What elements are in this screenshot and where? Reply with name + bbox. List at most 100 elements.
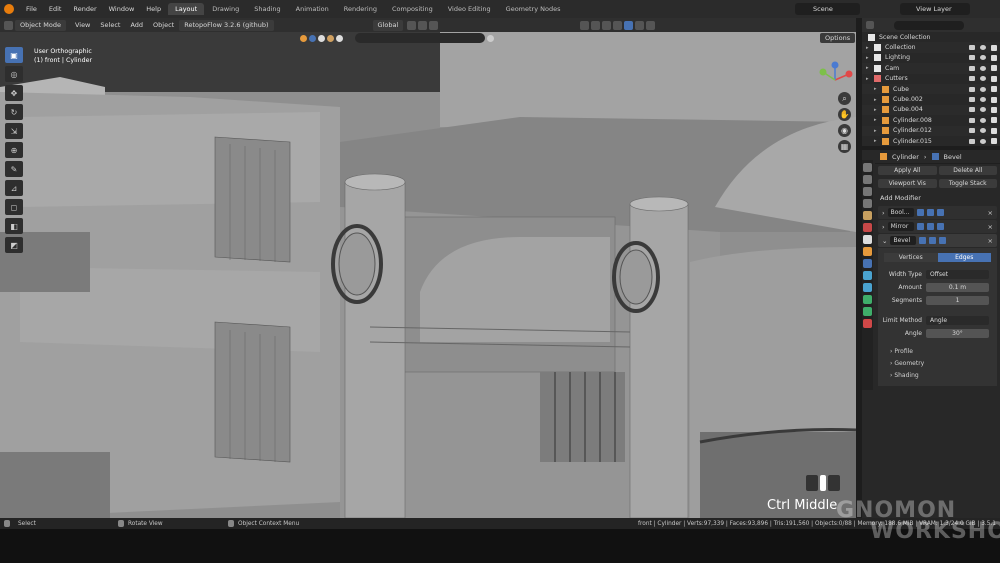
edit-mode-toggle-icon[interactable] [919,237,927,244]
pivot-icon[interactable] [407,20,417,30]
render-visibility-icon[interactable] [969,76,975,82]
particles-tab-icon[interactable] [863,271,872,280]
outliner-row[interactable]: ▸ Cube.004 [862,104,1000,116]
boolean-tool-icon[interactable]: ◧ [5,218,23,234]
zoom-icon[interactable]: ⌕ [838,92,851,105]
angle-field[interactable]: 30° [926,328,989,338]
eye-icon[interactable] [980,76,986,82]
modifier-bevel[interactable]: ⌄ Bevel × [878,234,997,247]
tab-rendering[interactable]: Rendering [337,3,384,15]
shading-rendered-icon[interactable] [646,20,656,30]
cutter-tool-icon[interactable]: ◩ [5,237,23,253]
expand-arrow-icon[interactable]: ▸ [866,55,869,61]
scene-tab-icon[interactable] [863,211,872,220]
eye-icon[interactable] [980,107,986,113]
exclude-checkbox[interactable] [991,106,997,113]
chevron-right-icon[interactable]: › [882,209,885,217]
render-visibility-icon[interactable] [969,97,975,103]
menu-help[interactable]: Help [140,5,167,13]
camera-view-icon[interactable]: ◉ [838,124,851,137]
3d-viewport[interactable] [0,32,856,518]
edit-mode-toggle-icon[interactable] [916,223,924,230]
collection-tab-icon[interactable] [863,235,872,244]
eye-icon[interactable] [980,86,986,92]
options-button[interactable]: Options [820,33,856,43]
cursor-tool-icon[interactable]: ◎ [5,66,23,82]
data-tab-icon[interactable] [863,307,872,316]
menu-file[interactable]: File [20,5,43,13]
outliner-row[interactable]: ▸ Cube.002 [862,94,1000,104]
world-tab-icon[interactable] [863,223,872,232]
render-visibility-icon[interactable] [969,45,975,51]
viewport-toggle-icon[interactable] [926,223,934,230]
shading-wireframe-icon[interactable] [613,20,623,30]
render-visibility-icon[interactable] [969,55,975,61]
exclude-checkbox[interactable] [991,65,997,72]
physics-tab-icon[interactable] [863,283,872,292]
expand-arrow-icon[interactable]: ▸ [874,107,877,113]
expand-arrow-icon[interactable]: ▸ [874,128,877,134]
eye-icon[interactable] [980,55,986,61]
gizmo-icon[interactable] [580,20,590,30]
add-modifier-button[interactable]: Add Modifier [875,192,1000,204]
render-visibility-icon[interactable] [969,117,975,123]
material-icon[interactable] [318,34,325,42]
snap-icon[interactable] [418,20,428,30]
toggle-stack-button[interactable]: Toggle Stack [938,179,997,188]
geometry-subpanel[interactable]: › Geometry [878,358,997,370]
shading-subpanel[interactable]: › Shading [878,370,997,382]
transform-tool-icon[interactable]: ⊕ [5,142,23,158]
tab-layout[interactable]: Layout [168,3,205,15]
filter-icon[interactable] [487,34,494,42]
eye-icon[interactable] [980,45,986,51]
eye-icon[interactable] [980,97,986,103]
annotate-tool-icon[interactable]: ✎ [5,161,23,177]
overlay-icon[interactable] [591,20,601,30]
pan-icon[interactable]: ✋ [838,108,851,121]
rotate-tool-icon[interactable]: ↻ [5,104,23,120]
menu-view[interactable]: View [70,21,95,29]
outliner-row[interactable]: ▸ Cylinder.012 [862,125,1000,136]
expand-arrow-icon[interactable]: ▸ [874,138,877,144]
modifier-tab-icon[interactable] [863,259,872,268]
mode-dropdown[interactable]: Object Mode [15,19,66,31]
move-tool-icon[interactable]: ✥ [5,85,23,101]
expand-arrow-icon[interactable]: ▸ [874,117,877,123]
exclude-checkbox[interactable] [991,44,997,51]
modifier-mirror[interactable]: › Mirror × [878,220,997,233]
vertex-group-icon[interactable] [309,34,316,42]
scale-tool-icon[interactable]: ⇲ [5,123,23,139]
profile-subpanel[interactable]: › Profile [878,346,997,358]
outliner-root[interactable]: Scene Collection [862,32,1000,42]
output-tab-icon[interactable] [863,187,872,196]
close-icon[interactable]: × [988,237,993,245]
xray-icon[interactable] [602,20,612,30]
affect-edges-button[interactable]: Edges [937,253,991,262]
expand-arrow-icon[interactable]: ▸ [866,65,869,71]
blender-logo-icon[interactable] [4,4,14,14]
exclude-checkbox[interactable] [991,127,997,134]
width-type-dropdown[interactable]: Offset [926,269,989,279]
tab-video-editing[interactable]: Video Editing [441,3,498,15]
viewport-toggle-icon[interactable] [926,209,934,216]
outliner-search-input[interactable] [894,20,964,30]
add-cube-tool-icon[interactable]: ◻ [5,199,23,215]
render-visibility-icon[interactable] [969,86,975,92]
segments-field[interactable]: 1 [926,295,989,305]
proportional-edit-icon[interactable] [429,20,439,30]
render-visibility-icon[interactable] [969,128,975,134]
chevron-right-icon[interactable]: › [882,223,885,231]
render-toggle-icon[interactable] [936,223,944,230]
render-visibility-icon[interactable] [969,107,975,113]
expand-arrow-icon[interactable]: ▸ [874,97,877,103]
modifier-name-field[interactable]: Bevel [890,236,917,245]
eye-icon[interactable] [980,128,986,134]
chevron-down-icon[interactable]: ⌄ [882,237,887,245]
material-tab-icon[interactable] [863,319,872,328]
editor-type-icon[interactable] [4,20,13,30]
outliner-editor-icon[interactable] [866,21,874,29]
constraints-tab-icon[interactable] [863,295,872,304]
render-toggle-icon[interactable] [936,209,944,216]
tab-geometry-nodes[interactable]: Geometry Nodes [499,3,568,15]
close-icon[interactable]: × [988,209,993,217]
